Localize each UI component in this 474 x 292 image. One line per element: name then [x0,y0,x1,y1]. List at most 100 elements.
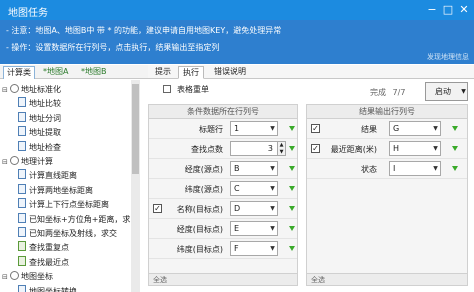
start-dropdown-icon[interactable]: ▼ [460,82,468,101]
tree-item[interactable]: 地址提取 [18,126,139,140]
input-select-all[interactable]: 全选 [149,273,297,285]
chevron-down-icon[interactable]: ▼ [431,141,440,156]
function-icon [18,183,26,194]
tree-group[interactable]: ⊟ 地图坐标 [2,270,139,284]
green-marker-icon [452,126,458,131]
progress-status: 完成 7/7 [370,87,405,98]
tree-item[interactable]: 地址检查 [18,140,139,155]
field-label: 状态 [361,165,377,174]
chevron-down-icon[interactable]: ▼ [268,121,277,136]
tree-item-label: 地址检查 [29,142,61,152]
progress-value: 7/7 [392,88,406,97]
tree-item-label: 计算上下行点坐标距离 [29,200,109,210]
tree-item-label: 地址标准化 [21,85,61,94]
column-mapping-row: 状态 I ▼ [307,159,467,179]
function-icon [18,140,26,151]
tree-item[interactable]: 地址比较 [18,97,139,111]
right-tab-bar: 提示 执行 错误说明 [148,65,474,79]
close-icon[interactable]: ✕ [456,2,472,18]
column-mapping-row: 标题行 1 ▼ [149,119,297,139]
table-icon [163,85,171,93]
chevron-down-icon[interactable]: ▼ [268,201,277,216]
tree-item[interactable]: 计算直线距离 [18,169,139,183]
tab-map-a[interactable]: *地图A [40,66,71,79]
tab-map-b[interactable]: *地图B [78,66,110,79]
chevron-down-icon[interactable]: ▼ [268,221,277,236]
output-grid-header: 结果输出行列号 [307,105,467,119]
chevron-down-icon[interactable]: ▼ [268,161,277,176]
column-mapping-row: ✓ 最近距离(米) H ▼ [307,139,467,159]
maximize-icon[interactable]: □ [440,2,456,18]
tree-group[interactable]: ⊟ 地理计算 [2,155,139,169]
output-select-all[interactable]: 全选 [307,273,467,285]
green-marker-icon [289,186,295,191]
chevron-down-icon[interactable]: ▼ [268,241,277,256]
reset-table-label: 表格重单 [177,85,209,94]
tree-item[interactable]: 地图坐标转换 [18,284,139,292]
tree-item[interactable]: 地址分词 [18,111,139,126]
tree-item[interactable]: 查找最近点 [18,255,139,270]
folder-node-icon [10,84,19,93]
minimize-icon[interactable]: − [424,2,440,18]
field-label: 经度(源点) [184,165,223,174]
folder-node-icon [10,271,19,281]
progress-label: 完成 [370,88,386,97]
tree-item-label: 查找重复点 [29,243,69,253]
tab-tips[interactable]: 提示 [151,66,175,79]
number-spinner-icon[interactable]: ▲ ▼ [278,141,286,156]
output-columns-grid: 结果输出行列号 全选 ✓ 结果 G ▼ ✓ 最近距离(米) H ▼ 状态 I ▼ [306,104,468,286]
query-function-icon [18,241,26,252]
tree-item-label: 已知坐标+方位角+距离，求 [29,214,131,224]
tree-item-label: 地图坐标 [21,272,53,282]
green-marker-icon [452,166,458,171]
row-checkbox[interactable]: ✓ [311,144,320,153]
left-tab-bar: 计算类 *地图A *地图B [0,65,148,79]
field-label: 查找点数 [191,145,223,154]
start-button[interactable]: 启动 [425,82,461,101]
tree-item-label: 地图坐标转换 [29,286,77,292]
tree-item[interactable]: 计算上下行点坐标距离 [18,198,139,212]
tree-item[interactable]: 计算两地坐标距离 [18,183,139,198]
column-mapping-row: 经度(目标点) E ▼ [149,219,297,239]
function-icon [18,169,26,180]
chevron-down-icon[interactable]: ▼ [268,181,277,196]
tree-item[interactable]: 已知坐标+方位角+距离，求 [18,212,139,227]
chevron-down-icon[interactable]: ▼ [431,161,440,176]
tree-item-label: 地址提取 [29,128,61,138]
column-select[interactable]: 3 [230,141,278,156]
column-mapping-row: 经度(源点) B ▼ [149,159,297,179]
function-tree: ⊟ 地址标准化地址比较地址分词地址提取地址检查 ⊟ 地理计算计算直线距离 计算两地坐标距… [0,80,140,292]
tree-item-label: 地址分词 [29,113,61,123]
function-icon [18,284,26,292]
tree-scroll-thumb[interactable] [132,84,139,174]
field-label: 纬度(目标点) [176,245,223,254]
folder-node-icon [10,156,19,165]
window-titlebar: 地图任务 − □ ✕ [0,0,474,20]
collapse-toggle-icon[interactable]: ⊟ [2,155,10,169]
tree-item[interactable]: 查找重复点 [18,241,139,255]
function-icon [18,97,26,108]
field-label: 最近距离(米) [330,145,377,154]
feedback-link[interactable]: 发现地理信息 [427,52,469,62]
tree-item-label: 地理计算 [21,157,53,166]
chevron-down-icon[interactable]: ▼ [431,121,440,136]
notice-line-1: - 注意：地图A、地图B中 带 * 的功能，建议申请自用地图KEY，避免处理异常 [6,26,282,35]
row-checkbox[interactable]: ✓ [311,124,320,133]
reset-table-button[interactable]: 表格重单 [163,84,209,95]
tab-errors[interactable]: 错误说明 [210,66,250,79]
tab-execute[interactable]: 执行 [178,66,204,79]
tree-item-label: 查找最近点 [29,257,69,267]
tab-calc[interactable]: 计算类 [3,66,35,79]
tree-item[interactable]: 已知两坐标及射线，求交 [18,227,139,241]
tree-item-label: 已知两坐标及射线，求交 [29,229,117,238]
notice-line-2: - 操作：设置数据所在行列号，点击执行，结果输出至指定列 [6,43,220,52]
function-icon [18,126,26,137]
collapse-toggle-icon[interactable]: ⊟ [2,83,10,97]
collapse-toggle-icon[interactable]: ⊟ [2,270,10,284]
green-marker-icon [289,206,295,211]
function-icon [18,111,26,122]
field-label: 标题行 [199,125,223,134]
query-function-icon [18,255,26,266]
tree-group[interactable]: ⊟ 地址标准化 [2,83,139,97]
green-marker-icon [289,126,295,131]
